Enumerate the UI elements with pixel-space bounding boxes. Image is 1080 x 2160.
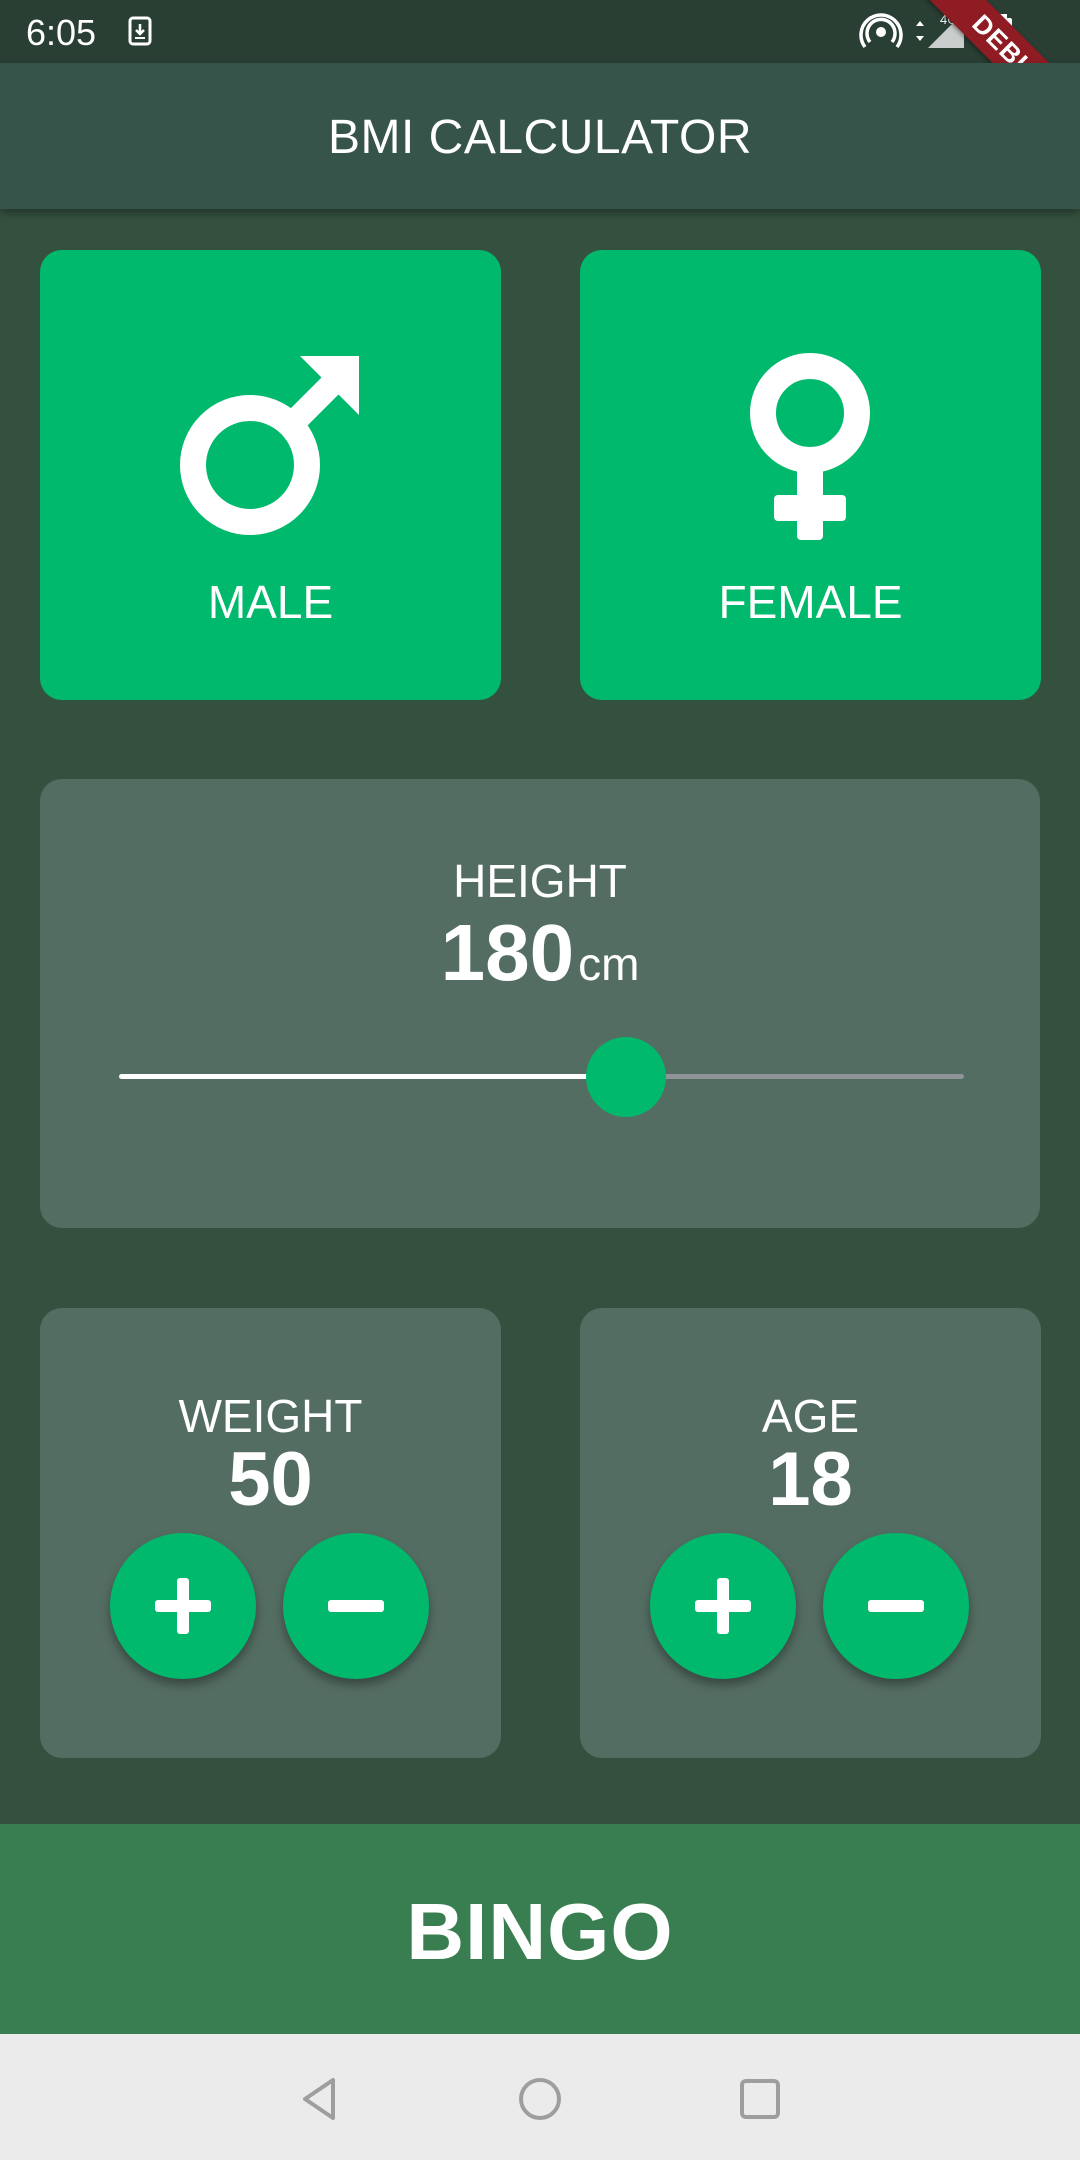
age-panel: AGE 18: [580, 1308, 1041, 1758]
height-label: HEIGHT: [453, 855, 627, 907]
weight-increment-button[interactable]: [110, 1533, 256, 1679]
app-bar: BMI CALCULATOR: [0, 63, 1080, 209]
height-value: 180: [440, 908, 575, 997]
plus-icon: [155, 1578, 211, 1634]
age-label: AGE: [761, 1390, 860, 1442]
height-slider-track-active[interactable]: [119, 1074, 626, 1079]
male-symbol-icon: [180, 356, 359, 535]
height-value-row: 180cm: [40, 907, 1040, 999]
height-slider-track-inactive[interactable]: [626, 1074, 964, 1079]
home-icon[interactable]: [515, 2074, 565, 2124]
plus-icon: [695, 1578, 751, 1634]
status-bar: 6:05 4G DEBUG: [0, 0, 1080, 161]
weight-panel: WEIGHT 50: [40, 1308, 501, 1758]
weight-value: 50: [228, 1437, 313, 1522]
bingo-button-label: BINGO: [406, 1887, 674, 1976]
hotspot-icon: [859, 13, 903, 49]
minus-icon: [328, 1600, 384, 1612]
bingo-button[interactable]: BINGO: [0, 1824, 1080, 2034]
recents-icon[interactable]: [735, 2074, 785, 2124]
age-decrement-button[interactable]: [823, 1533, 969, 1679]
female-label: FEMALE: [718, 576, 903, 628]
female-symbol-icon: [750, 353, 870, 540]
age-value: 18: [768, 1437, 853, 1522]
male-card[interactable]: MALE: [40, 250, 501, 700]
weight-decrement-button[interactable]: [283, 1533, 429, 1679]
system-nav-bar: [0, 2034, 1080, 2160]
age-increment-button[interactable]: [650, 1533, 796, 1679]
download-icon: [128, 16, 152, 46]
height-unit: cm: [578, 938, 640, 990]
male-label: MALE: [207, 576, 334, 628]
page-title: BMI CALCULATOR: [328, 111, 752, 164]
back-icon[interactable]: [295, 2074, 345, 2124]
height-slider-thumb[interactable]: [586, 1037, 666, 1117]
minus-icon: [868, 1600, 924, 1612]
female-card[interactable]: FEMALE: [580, 250, 1041, 700]
status-time: 6:05: [26, 12, 97, 53]
data-arrows-icon: [916, 21, 924, 41]
weight-label: WEIGHT: [178, 1390, 363, 1442]
height-panel: HEIGHT 180cm: [40, 779, 1040, 1228]
